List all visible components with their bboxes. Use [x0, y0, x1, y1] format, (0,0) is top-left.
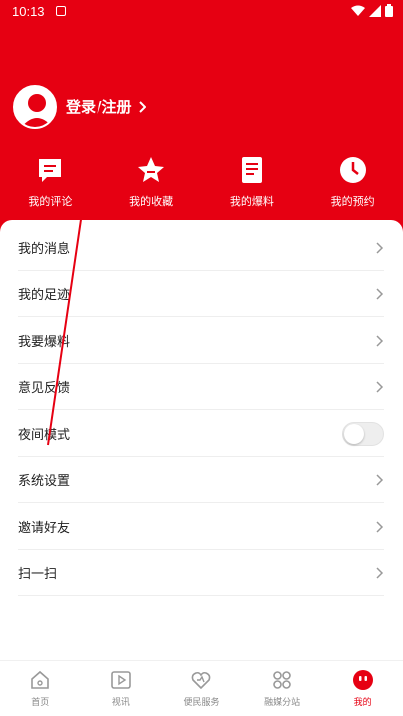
profile-header: 10:13 登录/注册 我的评论 我的收藏 我的爆料 我的预约: [0, 0, 403, 240]
menu-item-night-mode: 夜间模式: [18, 411, 384, 457]
grid-icon: [273, 671, 291, 689]
quick-action-label: 我的收藏: [129, 195, 174, 208]
menu-item-label: 夜间模式: [18, 428, 71, 443]
quick-action-reports[interactable]: 我的爆料: [202, 155, 303, 210]
menu-item-label: 扫一扫: [18, 567, 58, 582]
clock-icon: [339, 157, 366, 183]
battery-icon: [385, 4, 393, 17]
menu-item-label: 意见反馈: [18, 381, 71, 396]
nav-label: 视讯: [111, 698, 130, 708]
menu-item-label: 我要爆料: [18, 335, 71, 350]
document-icon: [241, 157, 262, 183]
quick-action-label: 我的评论: [28, 195, 73, 208]
chevron-right-icon: [376, 287, 384, 300]
quick-action-comments[interactable]: 我的评论: [0, 155, 101, 210]
nav-label: 便民服务: [183, 698, 220, 708]
status-icons: [351, 4, 393, 17]
menu-item-label: 系统设置: [18, 474, 71, 489]
menu-item-scan[interactable]: 扫一扫: [18, 550, 384, 596]
menu-item-feedback[interactable]: 意见反馈: [18, 364, 384, 410]
video-icon: [111, 671, 131, 689]
nav-home[interactable]: 首页: [0, 661, 81, 716]
night-mode-toggle[interactable]: [342, 421, 384, 446]
notification-icon: [56, 6, 66, 16]
nav-label: 首页: [31, 698, 50, 708]
wifi-icon: [351, 5, 365, 16]
chevron-right-icon: [376, 241, 384, 254]
nav-label: 我的: [353, 698, 372, 708]
chevron-right-icon: [376, 473, 384, 486]
nav-label: 融媒分站: [264, 698, 301, 708]
menu-item-label: 我的消息: [18, 242, 71, 257]
nav-media-stations[interactable]: 融媒分站: [242, 661, 323, 716]
toggle-knob: [344, 423, 364, 444]
menu-item-system-settings[interactable]: 系统设置: [18, 457, 384, 503]
chevron-right-icon: [376, 380, 384, 393]
comment-icon: [39, 159, 62, 182]
nav-profile[interactable]: 我的: [322, 661, 403, 716]
quick-action-appointments[interactable]: 我的预约: [302, 155, 403, 210]
profile-icon: [352, 670, 373, 690]
settings-menu: 我的消息 我的足迹 我要爆料 意见反馈 夜间模式 系统设置 邀请好友 扫一扫: [0, 220, 403, 660]
heart-icon: [192, 671, 211, 690]
quick-action-label: 我的爆料: [229, 195, 274, 208]
user-avatar-icon: [15, 87, 55, 127]
menu-item-submit-report[interactable]: 我要爆料: [18, 318, 384, 364]
bottom-nav: 首页 视讯 便民服务 融媒分站 我的: [0, 660, 403, 716]
star-icon: [138, 157, 165, 182]
status-bar: 10:13: [0, 0, 403, 24]
menu-item-label: 邀请好友: [18, 521, 71, 536]
menu-item-invite-friends[interactable]: 邀请好友: [18, 504, 384, 550]
quick-actions: 我的评论 我的收藏 我的爆料 我的预约: [0, 155, 403, 210]
login-register-link[interactable]: 登录/注册: [66, 96, 147, 117]
chevron-right-icon: [139, 100, 147, 113]
signal-icon: [369, 4, 381, 17]
quick-action-favorites[interactable]: 我的收藏: [101, 155, 202, 210]
menu-item-messages[interactable]: 我的消息: [18, 225, 384, 271]
status-time: 10:13: [12, 4, 45, 19]
chevron-right-icon: [376, 334, 384, 347]
quick-action-label: 我的预约: [330, 195, 375, 208]
nav-video[interactable]: 视讯: [81, 661, 162, 716]
avatar[interactable]: [13, 85, 57, 129]
login-label: 登录/注册: [66, 98, 132, 116]
menu-item-footprints[interactable]: 我的足迹: [18, 271, 384, 317]
home-icon: [31, 670, 50, 689]
menu-item-label: 我的足迹: [18, 288, 71, 303]
chevron-right-icon: [376, 520, 384, 533]
nav-services[interactable]: 便民服务: [161, 661, 242, 716]
chevron-right-icon: [376, 566, 384, 579]
